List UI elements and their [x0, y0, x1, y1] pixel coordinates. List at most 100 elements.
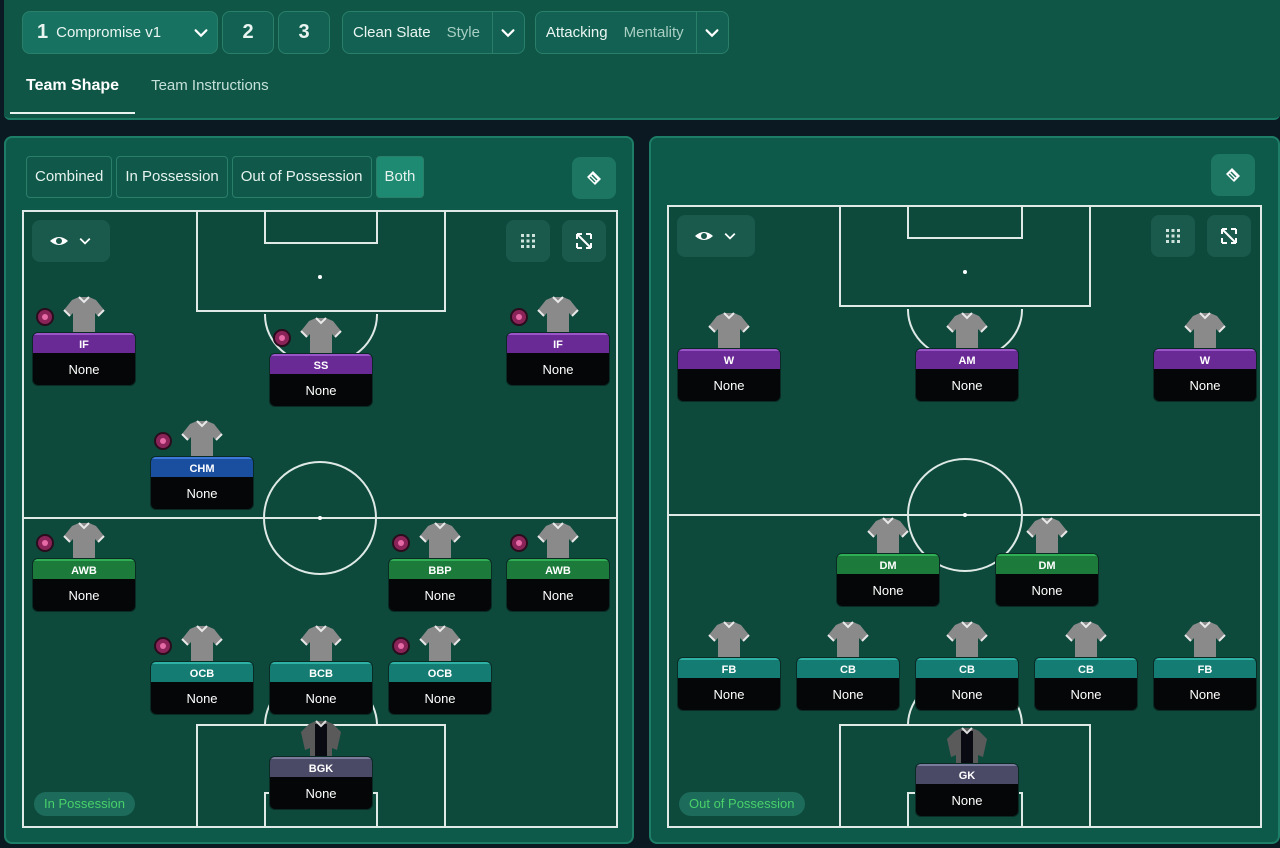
player-card[interactable]: BCB None — [269, 661, 373, 715]
grid-toggle-button[interactable] — [506, 220, 550, 262]
instruction-badge-icon[interactable] — [392, 637, 410, 655]
player-slot-dm[interactable]: DM None — [836, 517, 940, 607]
player-slot-bcb[interactable]: BCB None — [269, 625, 373, 715]
tactic-slot-3-button[interactable]: 3 — [278, 11, 330, 54]
player-name: None — [1154, 369, 1256, 401]
player-name: None — [151, 682, 253, 714]
shirt-icon — [62, 522, 106, 562]
tactic-slot-1-dropdown[interactable]: 1 Compromise v1 — [22, 11, 218, 54]
player-slot-awb[interactable]: AWB None — [32, 522, 136, 612]
shirt-icon — [945, 621, 989, 661]
player-slot-ocb[interactable]: OCB None — [388, 625, 492, 715]
player-name: None — [678, 678, 780, 710]
player-card[interactable]: BBP None — [388, 558, 492, 612]
expand-button[interactable] — [562, 220, 606, 262]
player-slot-cb[interactable]: CB None — [915, 621, 1019, 711]
player-card[interactable]: CB None — [796, 657, 900, 711]
player-card[interactable]: FB None — [677, 657, 781, 711]
expand-button[interactable] — [1207, 215, 1251, 257]
role-label: FB — [1154, 658, 1256, 678]
filter-both[interactable]: Both — [375, 156, 425, 198]
player-card[interactable]: CB None — [1034, 657, 1138, 711]
player-slot-ocb[interactable]: OCB None — [150, 625, 254, 715]
player-slot-if[interactable]: IF None — [506, 296, 610, 386]
player-card[interactable]: CHM None — [150, 456, 254, 510]
player-card[interactable]: DM None — [995, 553, 1099, 607]
player-card[interactable]: CB None — [915, 657, 1019, 711]
center-spot — [318, 516, 322, 520]
mentality-dropdown[interactable]: Attacking Mentality — [534, 11, 729, 54]
role-label: W — [1154, 349, 1256, 369]
role-label: CHM — [151, 457, 253, 477]
player-card[interactable]: IF None — [506, 332, 610, 386]
player-slot-cb[interactable]: CB None — [796, 621, 900, 711]
tactic-slot-2-button[interactable]: 2 — [222, 11, 274, 54]
instruction-badge-icon[interactable] — [510, 534, 528, 552]
player-card[interactable]: W None — [677, 348, 781, 402]
player-slot-fb[interactable]: FB None — [677, 621, 781, 711]
player-card[interactable]: AWB None — [32, 558, 136, 612]
player-card[interactable]: W None — [1153, 348, 1257, 402]
player-name: None — [270, 374, 372, 406]
player-card[interactable]: AWB None — [506, 558, 610, 612]
tactic-board-button[interactable] — [572, 157, 616, 199]
tactic-board-button[interactable] — [1211, 154, 1255, 196]
player-card[interactable]: BGK None — [269, 756, 373, 810]
shirt-icon — [299, 720, 343, 760]
instruction-badge-icon[interactable] — [36, 308, 54, 326]
style-dropdown[interactable]: Clean Slate Style — [342, 11, 525, 54]
instruction-badge-icon[interactable] — [154, 432, 172, 450]
instruction-badge-icon[interactable] — [36, 534, 54, 552]
player-card[interactable]: FB None — [1153, 657, 1257, 711]
player-slot-am[interactable]: AM None — [915, 312, 1019, 402]
player-slot-gk[interactable]: GK None — [915, 727, 1019, 817]
chevron-down-icon[interactable] — [185, 12, 217, 53]
player-slot-ss[interactable]: SS None — [269, 317, 373, 407]
player-slot-if[interactable]: IF None — [32, 296, 136, 386]
player-card[interactable]: OCB None — [150, 661, 254, 715]
shirt-icon — [418, 625, 462, 665]
grid-toggle-button[interactable] — [1151, 215, 1195, 257]
shirt-icon — [62, 296, 106, 336]
player-card[interactable]: AM None — [915, 348, 1019, 402]
player-slot-chm[interactable]: CHM None — [150, 420, 254, 510]
player-slot-w[interactable]: W None — [1153, 312, 1257, 402]
role-label: AWB — [507, 559, 609, 579]
shirt-icon — [1183, 312, 1227, 352]
visibility-dropdown[interactable] — [32, 220, 110, 262]
player-slot-cb[interactable]: CB None — [1034, 621, 1138, 711]
instruction-badge-icon[interactable] — [510, 308, 528, 326]
player-name: None — [507, 353, 609, 385]
mentality-value: Attacking — [545, 24, 608, 41]
player-slot-bbp[interactable]: BBP None — [388, 522, 492, 612]
shirt-icon — [299, 317, 343, 357]
chevron-down-icon — [79, 237, 91, 245]
instruction-badge-icon[interactable] — [273, 329, 291, 347]
filter-combined[interactable]: Combined — [26, 156, 113, 198]
chevron-down-icon[interactable] — [695, 12, 728, 53]
chevron-down-icon[interactable] — [491, 12, 524, 53]
filter-in-possession[interactable]: In Possession — [116, 156, 228, 198]
player-slot-bgk[interactable]: BGK None — [269, 720, 373, 810]
player-card[interactable]: OCB None — [388, 661, 492, 715]
tab-team-shape[interactable]: Team Shape — [10, 62, 136, 114]
role-label: FB — [678, 658, 780, 678]
filter-out-of-possession[interactable]: Out of Possession — [231, 156, 372, 198]
instruction-badge-icon[interactable] — [392, 534, 410, 552]
visibility-dropdown[interactable] — [677, 215, 755, 257]
player-slot-awb[interactable]: AWB None — [506, 522, 610, 612]
instruction-badge-icon[interactable] — [154, 637, 172, 655]
player-slot-fb[interactable]: FB None — [1153, 621, 1257, 711]
player-name: None — [678, 369, 780, 401]
penalty-spot-top — [963, 270, 967, 274]
tab-team-instructions[interactable]: Team Instructions — [135, 62, 285, 114]
player-card[interactable]: IF None — [32, 332, 136, 386]
role-label: SS — [270, 354, 372, 374]
player-slot-dm[interactable]: DM None — [995, 517, 1099, 607]
player-name: None — [916, 784, 1018, 816]
player-slot-w[interactable]: W None — [677, 312, 781, 402]
tactics-header: 1 Compromise v1 2 3 Clean Slate Style At… — [4, 0, 1280, 120]
player-card[interactable]: DM None — [836, 553, 940, 607]
player-card[interactable]: SS None — [269, 353, 373, 407]
player-card[interactable]: GK None — [915, 763, 1019, 817]
